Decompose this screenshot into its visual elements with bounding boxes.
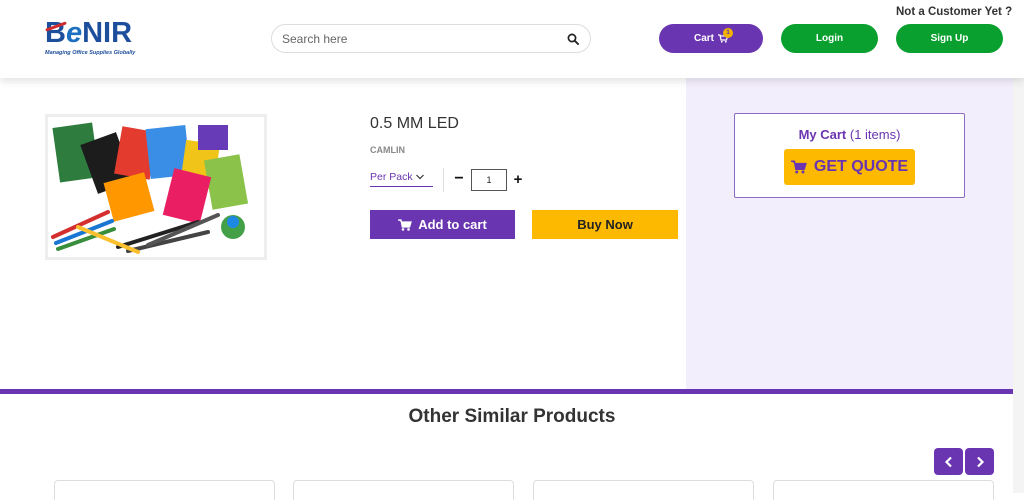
- cart-icon: [398, 218, 413, 231]
- benir-logo[interactable]: BeNIR Managing Office Supplies Globally: [45, 18, 155, 62]
- get-quote-button[interactable]: GET QUOTE: [784, 149, 915, 185]
- similar-products-title: Other Similar Products: [408, 406, 616, 427]
- similar-product-card[interactable]: [293, 480, 514, 500]
- logo-tagline: Managing Office Supplies Globally: [45, 50, 136, 56]
- similar-product-card[interactable]: [773, 480, 994, 500]
- search-input[interactable]: [282, 30, 552, 48]
- chevron-down-icon: [416, 174, 424, 180]
- carousel-prev-button[interactable]: [934, 448, 963, 475]
- cart-button[interactable]: Cart 1: [659, 24, 763, 53]
- cart-button-label: Cart: [693, 33, 714, 44]
- my-cart-item-count: (1 items): [849, 127, 901, 142]
- login-button[interactable]: Login: [781, 24, 878, 53]
- add-to-cart-button[interactable]: Add to cart: [370, 210, 515, 239]
- product-image[interactable]: [45, 114, 267, 260]
- chevron-right-icon: [976, 456, 984, 467]
- similar-product-card[interactable]: [54, 480, 275, 500]
- quantity-decrease-button[interactable]: −: [452, 169, 466, 189]
- buy-now-button[interactable]: Buy Now: [532, 210, 678, 239]
- quantity-divider: [443, 168, 444, 192]
- search-icon[interactable]: [567, 33, 579, 45]
- chevron-left-icon: [944, 456, 952, 467]
- similar-product-card[interactable]: [533, 480, 754, 500]
- my-cart-box: My Cart (1 items) GET QUOTE: [734, 113, 965, 198]
- signup-button[interactable]: Sign Up: [896, 24, 1003, 53]
- quantity-input[interactable]: [471, 169, 507, 191]
- add-to-cart-label: Add to cart: [418, 217, 487, 232]
- stationery-product-image: [48, 117, 264, 257]
- cart-count-badge: 1: [723, 28, 733, 38]
- cart-icon: [790, 160, 807, 174]
- quantity-increase-button[interactable]: +: [511, 169, 525, 189]
- page-scrollbar[interactable]: [1013, 78, 1024, 493]
- unit-select[interactable]: Per Pack: [370, 170, 433, 187]
- product-brand: CAMLIN: [370, 145, 405, 155]
- get-quote-label: GET QUOTE: [813, 158, 909, 175]
- section-divider: [0, 389, 1024, 394]
- carousel-next-button[interactable]: [965, 448, 994, 475]
- product-title: 0.5 MM LED: [370, 115, 459, 132]
- not-customer-text: Not a Customer Yet ?: [896, 6, 1013, 18]
- site-header: BeNIR Managing Office Supplies Globally …: [0, 0, 1024, 78]
- search-bar: [271, 24, 591, 53]
- unit-select-value: Per Pack: [370, 171, 413, 183]
- my-cart-heading: My Cart (1 items): [798, 127, 901, 142]
